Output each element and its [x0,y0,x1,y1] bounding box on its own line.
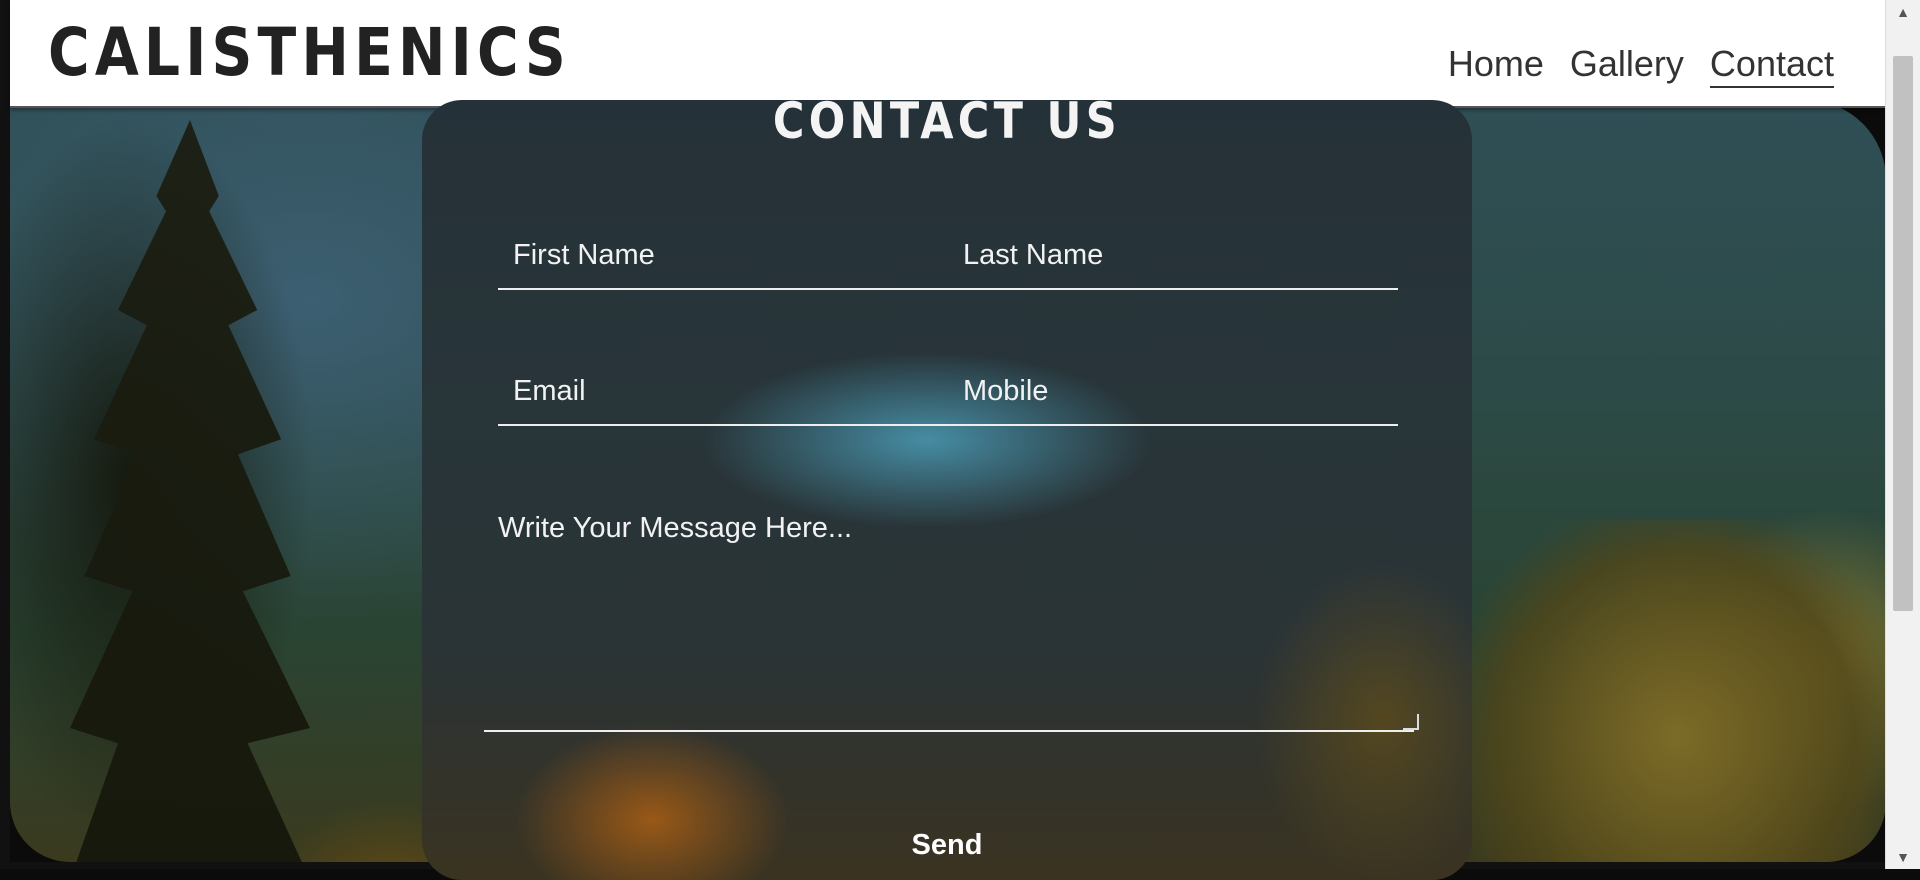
message-textarea[interactable] [484,512,1414,730]
nav-gallery-link[interactable]: Gallery [1570,42,1684,88]
vertical-scrollbar[interactable]: ▲ ▼ [1885,0,1920,869]
mobile-input[interactable] [948,366,1398,416]
scroll-down-icon[interactable]: ▼ [1886,847,1920,867]
main-nav: Home Gallery Contact [1448,42,1834,88]
email-input[interactable] [498,366,948,416]
message-underline [484,730,1414,732]
last-name-input[interactable] [948,230,1398,280]
window-left-edge [0,0,10,869]
scrollbar-thumb[interactable] [1893,56,1913,611]
nav-home-link[interactable]: Home [1448,42,1544,88]
site-logo[interactable]: CALISTHENICS [48,14,571,91]
bushes-image [1466,520,1886,862]
resize-handle-icon[interactable] [1403,714,1419,730]
contact-row-underline [498,424,1398,426]
contact-form-card: CONTACT US Send [422,92,1472,880]
first-name-input[interactable] [498,230,948,280]
contact-title: CONTACT US [772,92,1122,150]
send-button[interactable]: Send [422,828,1472,863]
nav-contact-link[interactable]: Contact [1709,42,1834,88]
scroll-up-icon[interactable]: ▲ [1886,2,1920,22]
name-row-underline [498,288,1398,290]
pine-tree-image [70,120,310,862]
